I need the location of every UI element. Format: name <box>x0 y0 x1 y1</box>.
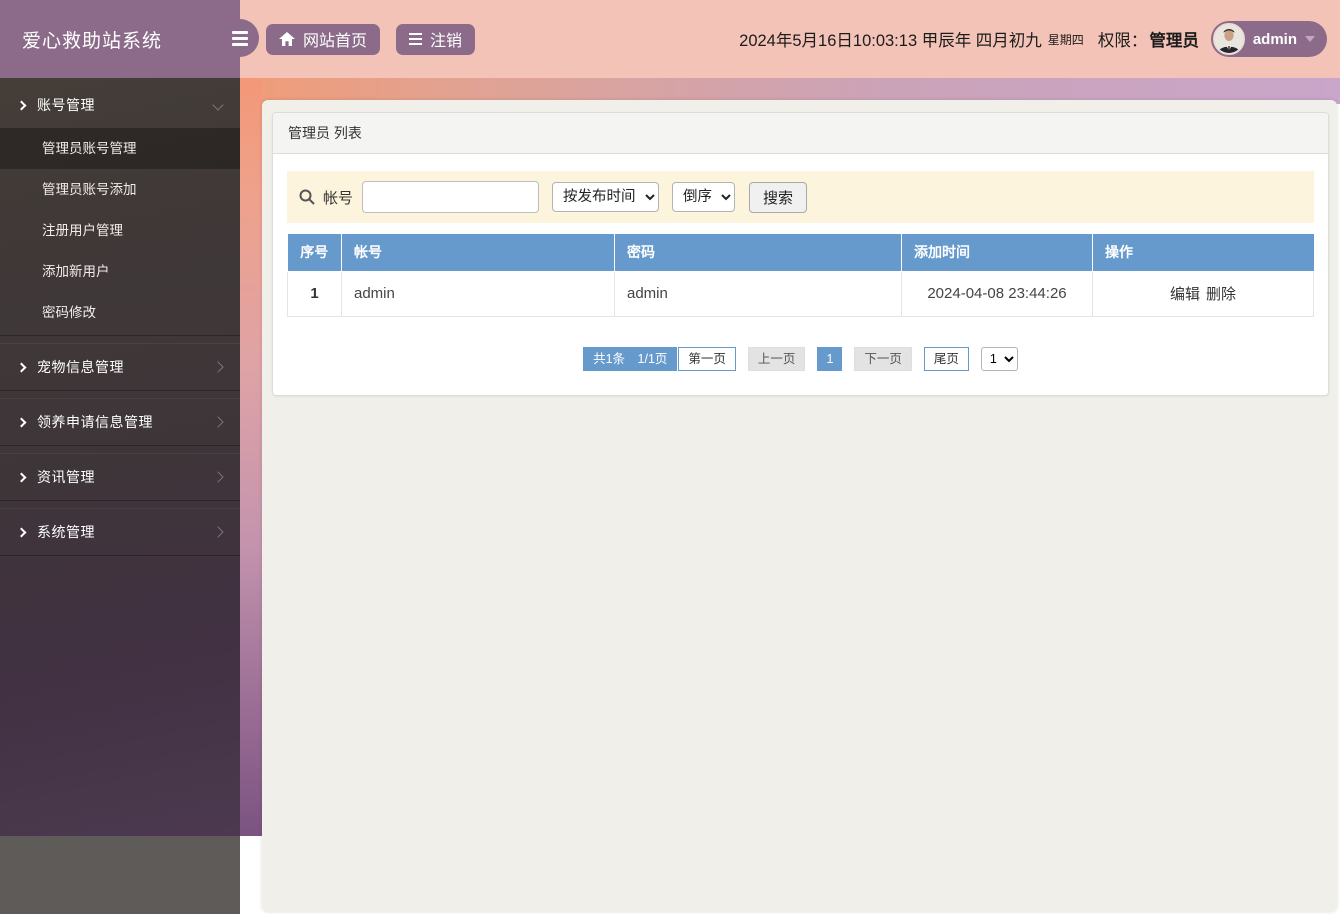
chevron-right-icon <box>212 361 224 373</box>
chevron-right-icon <box>212 526 224 538</box>
first-page-button[interactable]: 第一页 <box>678 346 736 371</box>
app-title: 爱心救助站系统 <box>22 30 163 52</box>
search-field-label: 帐号 <box>323 189 354 207</box>
admin-list-panel: 管理员 列表 帐号 按发布时间 倒序 搜索 序号 帐号 密码 添加时间 操作 1… <box>272 112 1329 396</box>
sidebar-group-news: 资讯管理 <box>0 453 240 501</box>
avatar <box>1212 23 1245 55</box>
page-select[interactable]: 1 <box>980 346 1018 371</box>
topbar: 网站首页 注销 2024年5月16日10:03:13 甲辰年 四月初九 星期四 … <box>240 0 1340 78</box>
home-button-label: 网站首页 <box>303 33 368 50</box>
sidebar-group-adoption: 领养申请信息管理 <box>0 398 240 446</box>
chevron-right-icon <box>16 417 27 427</box>
sidebar-item-admin-account-manage[interactable]: 管理员账号管理 <box>0 128 240 169</box>
app-logo: 爱心救助站系统 <box>0 0 240 78</box>
sidebar-group-account: 账号管理 管理员账号管理 管理员账号添加 注册用户管理 添加新用户 密码修改 <box>0 82 240 336</box>
prev-page-button[interactable]: 上一页 <box>747 346 806 371</box>
sidebar-item-admin-account-add[interactable]: 管理员账号添加 <box>0 169 240 210</box>
logout-button[interactable]: 注销 <box>396 23 476 55</box>
next-page-button[interactable]: 下一页 <box>854 346 912 371</box>
chevron-right-icon <box>16 527 27 537</box>
cell-added-time: 2024-04-08 23:44:26 <box>901 270 1093 317</box>
chevron-right-icon <box>16 362 27 372</box>
sidebar-submenu-account: 管理员账号管理 管理员账号添加 注册用户管理 添加新用户 密码修改 <box>0 128 240 335</box>
datetime-text: 2024年5月16日10:03:13 甲辰年 四月初九 <box>739 32 1042 50</box>
home-button[interactable]: 网站首页 <box>266 23 381 55</box>
sidebar-menu: 账号管理 管理员账号管理 管理员账号添加 注册用户管理 添加新用户 密码修改 宠… <box>0 0 240 556</box>
sidebar-toggle-button[interactable] <box>221 19 259 57</box>
chevron-right-icon <box>16 472 27 482</box>
home-icon <box>279 32 295 46</box>
chevron-right-icon <box>212 471 224 483</box>
sidebar-group-label: 资讯管理 <box>37 469 95 485</box>
column-header-added-time: 添加时间 <box>901 234 1093 272</box>
search-button[interactable]: 搜索 <box>749 181 808 213</box>
sidebar-group-header-system[interactable]: 系统管理 <box>0 509 240 555</box>
sidebar-item-add-new-user[interactable]: 添加新用户 <box>0 251 240 292</box>
permission-value: 管理员 <box>1149 32 1199 50</box>
column-header-password: 密码 <box>614 234 902 272</box>
column-header-actions: 操作 <box>1092 234 1314 272</box>
sidebar-group-label: 宠物信息管理 <box>37 359 124 375</box>
chevron-right-icon <box>212 416 224 428</box>
sidebar-group-header-adoption[interactable]: 领养申请信息管理 <box>0 399 240 445</box>
column-header-account: 帐号 <box>341 234 615 272</box>
username-text: admin <box>1252 30 1297 48</box>
cell-index: 1 <box>287 270 342 317</box>
topbar-right: 2024年5月16日10:03:13 甲辰年 四月初九 星期四 权限： 管理员 … <box>739 0 1327 78</box>
logout-button-label: 注销 <box>430 33 463 50</box>
sort-order-select[interactable]: 倒序 <box>672 182 736 212</box>
current-page-indicator: 1 <box>817 346 843 371</box>
cell-account: admin <box>341 270 615 317</box>
sidebar-group-label: 系统管理 <box>37 524 95 540</box>
chevron-down-icon <box>212 99 224 111</box>
sidebar-group-system: 系统管理 <box>0 508 240 556</box>
delete-link[interactable]: 删除 <box>1206 286 1236 303</box>
edit-link[interactable]: 编辑 <box>1170 286 1200 303</box>
search-bar: 帐号 按发布时间 倒序 搜索 <box>287 171 1314 223</box>
permission-label: 权限： <box>1097 32 1148 50</box>
cell-actions: 编辑 删除 <box>1092 270 1314 317</box>
sidebar-group-label: 领养申请信息管理 <box>37 414 153 430</box>
table-row: 1 admin admin 2024-04-08 23:44:26 编辑 删除 <box>287 270 1314 317</box>
admin-table: 序号 帐号 密码 添加时间 操作 1 admin admin 2024-04-0… <box>287 234 1314 317</box>
column-header-index: 序号 <box>287 234 342 272</box>
sidebar-group-label: 账号管理 <box>37 97 95 113</box>
sidebar-item-registered-user-manage[interactable]: 注册用户管理 <box>0 210 240 251</box>
panel-title: 管理员 列表 <box>273 113 1328 154</box>
user-menu[interactable]: admin <box>1210 21 1327 57</box>
background-gradient-strip <box>240 78 262 836</box>
panel-body: 帐号 按发布时间 倒序 搜索 序号 帐号 密码 添加时间 操作 1 admin … <box>273 154 1328 395</box>
last-page-button[interactable]: 尾页 <box>923 346 969 371</box>
sidebar-group-header-pet-info[interactable]: 宠物信息管理 <box>0 344 240 390</box>
content-area: 管理员 列表 帐号 按发布时间 倒序 搜索 序号 帐号 密码 添加时间 操作 1… <box>262 100 1337 912</box>
account-search-input[interactable] <box>362 181 540 213</box>
table-header-row: 序号 帐号 密码 添加时间 操作 <box>287 234 1314 272</box>
pagination: 共1条 1/1页 第一页 上一页 1 下一页 尾页 1 <box>287 346 1314 371</box>
weekday-text: 星期四 <box>1047 32 1084 47</box>
cell-password: admin <box>614 270 902 317</box>
chevron-right-icon <box>16 100 27 110</box>
sidebar-group-header-news[interactable]: 资讯管理 <box>0 454 240 500</box>
search-icon <box>299 189 315 205</box>
sidebar-group-header-account[interactable]: 账号管理 <box>0 82 240 128</box>
sidebar-item-change-password[interactable]: 密码修改 <box>0 292 240 333</box>
caret-down-icon <box>1305 36 1315 42</box>
list-icon <box>409 32 423 46</box>
sort-field-select[interactable]: 按发布时间 <box>552 182 660 212</box>
pagination-summary: 共1条 1/1页 <box>583 346 678 371</box>
pagination-summary-group: 共1条 1/1页 第一页 <box>583 346 736 371</box>
sidebar-group-pet-info: 宠物信息管理 <box>0 343 240 391</box>
sidebar: 账号管理 管理员账号管理 管理员账号添加 注册用户管理 添加新用户 密码修改 宠… <box>0 0 240 914</box>
